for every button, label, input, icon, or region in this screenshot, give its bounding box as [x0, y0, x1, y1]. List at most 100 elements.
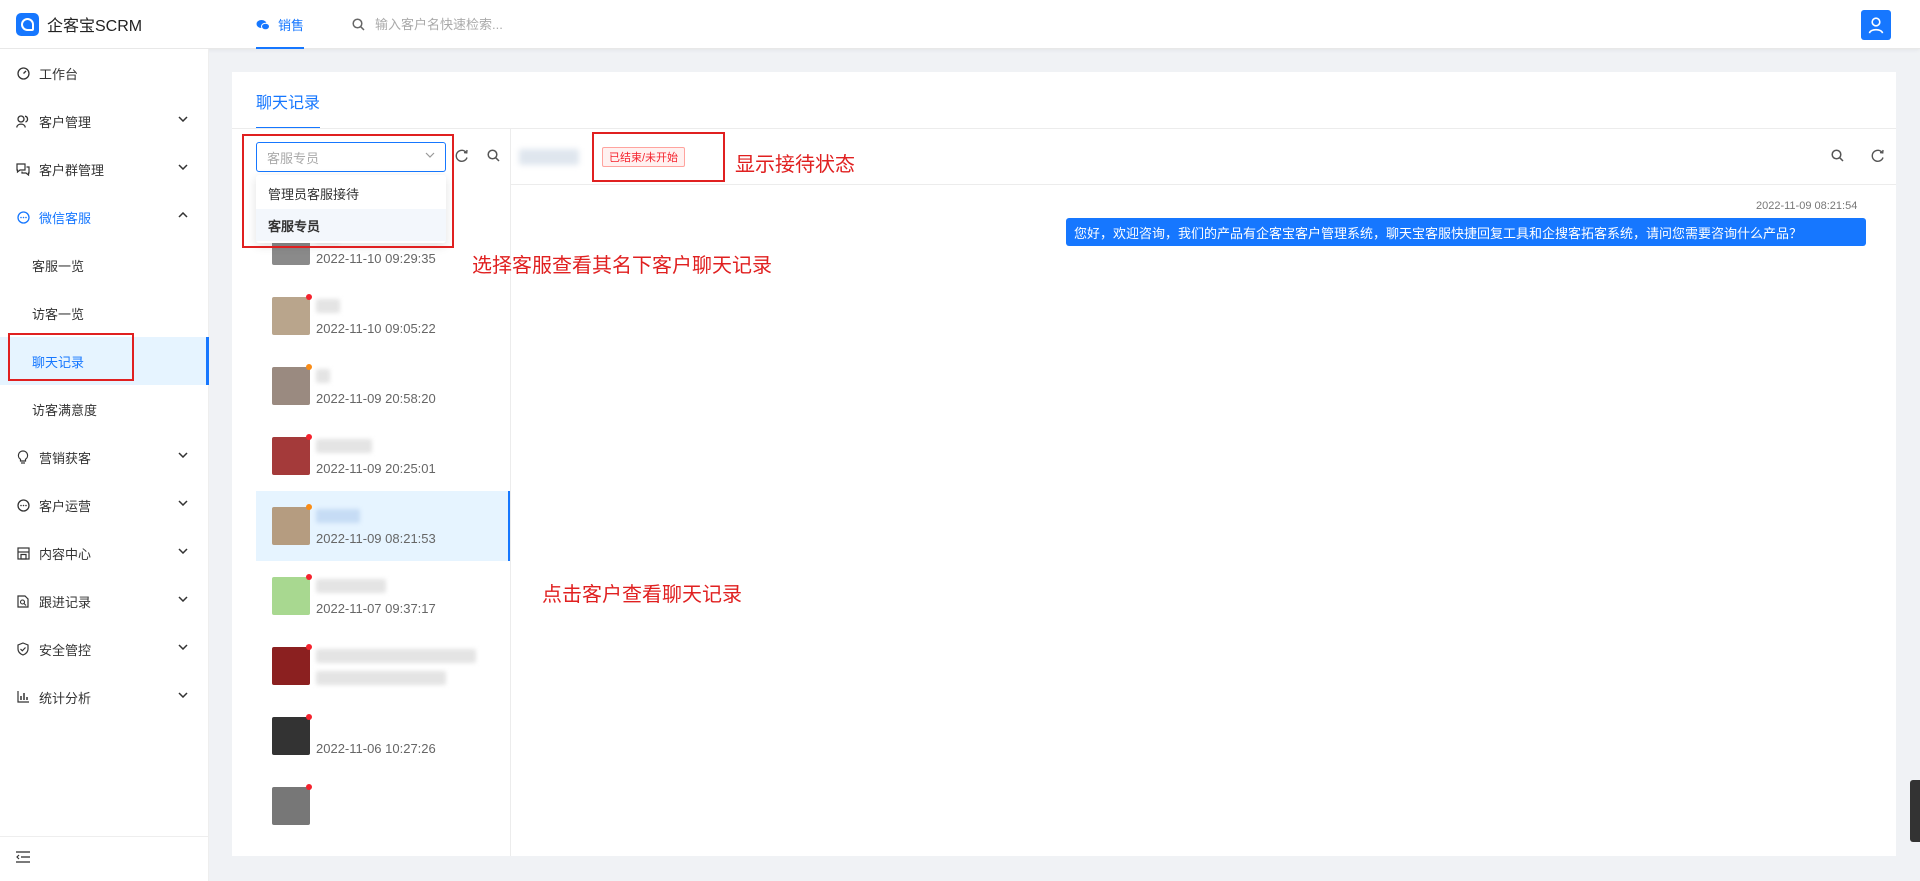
bulb-icon [16, 450, 30, 464]
sidebar-item-label: 客户运营 [39, 498, 92, 514]
avatar [272, 297, 310, 335]
sidebar-item-label: 工作台 [39, 66, 79, 82]
app-name: 企客宝SCRM [47, 18, 143, 35]
message-circle-icon [16, 210, 30, 224]
chat-contact-name-blurred [519, 149, 579, 165]
contact-item[interactable]: 2022-11-07 09:37:17 [256, 561, 510, 631]
search-icon[interactable] [1831, 149, 1844, 162]
contact-name-blurred [316, 369, 330, 383]
contact-time-blurred [316, 671, 446, 685]
sidebar-item-wechat-service[interactable]: 微信客服 [0, 193, 209, 241]
sidebar-item-follow-up[interactable]: 跟进记录 [0, 577, 209, 625]
chevron-down-icon [178, 500, 188, 506]
sidebar-item-label: 客户群管理 [39, 162, 105, 178]
avatar [272, 507, 310, 545]
message-bubble: 您好，欢迎咨询，我们的产品有企客宝客户管理系统，聊天宝客服快捷回复工具和企搜客拓… [1066, 218, 1866, 246]
message-circle-icon [16, 498, 30, 512]
contact-time: 2022-11-09 20:58:20 [316, 391, 436, 406]
status-dot [306, 714, 312, 720]
status-dot [306, 364, 312, 370]
sidebar-subitem-visitor-list[interactable]: 访客一览 [0, 289, 209, 337]
chevron-down-icon [178, 548, 188, 554]
wechat-icon [256, 19, 270, 30]
annotation-text-click-customer: 点击客户查看聊天记录 [542, 584, 742, 606]
contact-time: 2022-11-09 08:21:53 [316, 531, 436, 546]
user-avatar-button[interactable] [1861, 10, 1891, 40]
contact-item[interactable]: 2022-11-06 10:27:26 [256, 701, 510, 771]
status-dot [306, 574, 312, 580]
sidebar-item-label: 统计分析 [39, 690, 92, 706]
sidebar-collapse-button[interactable] [0, 836, 209, 881]
contact-item[interactable]: 2022-11-09 20:58:20 [256, 351, 510, 421]
user-icon [1868, 16, 1884, 34]
file-search-icon [16, 594, 30, 608]
sidebar-item-content-center[interactable]: 内容中心 [0, 529, 209, 577]
sidebar-subitem-visitor-satisfaction[interactable]: 访客满意度 [0, 385, 209, 433]
contact-time: 2022-11-10 09:29:35 [316, 251, 436, 266]
search-icon[interactable] [487, 149, 500, 162]
contact-name-blurred [316, 439, 372, 453]
message-time: 2022-11-09 08:21:54 [1756, 200, 1858, 212]
avatar [272, 367, 310, 405]
tab-chat-records-label: 聊天记录 [256, 94, 321, 112]
main-card: 聊天记录 客服专员 2022-11-10 09:29:35 2022-11-10… [232, 72, 1896, 856]
contact-item[interactable]: 2022-11-09 20:25:01 [256, 421, 510, 491]
sidebar-item-customer-ops[interactable]: 客户运营 [0, 481, 209, 529]
search-input[interactable] [375, 16, 635, 32]
sidebar-item-analytics[interactable]: 统计分析 [0, 673, 209, 721]
top-header: 企客宝SCRM 销售 [0, 0, 1920, 49]
side-widget-handle[interactable] [1910, 780, 1920, 842]
chevron-down-icon [178, 164, 188, 170]
annotation-box-select [242, 134, 454, 248]
contact-item[interactable] [256, 631, 510, 701]
contact-time: 2022-11-10 09:05:22 [316, 321, 436, 336]
sidebar-item-label: 客户管理 [39, 114, 92, 130]
sidebar-item-label: 跟进记录 [39, 594, 92, 610]
chevron-down-icon [178, 596, 188, 602]
sidebar-subitem-label: 访客一览 [32, 306, 85, 322]
customer-search[interactable] [352, 14, 635, 34]
tab-sales[interactable]: 销售 [256, 0, 305, 49]
annotation-text-select-agent: 选择客服查看其名下客户聊天记录 [472, 255, 772, 277]
contact-name-blurred [316, 579, 386, 593]
sidebar-item-customers[interactable]: 客户管理 [0, 97, 209, 145]
sidebar-item-workbench[interactable]: 工作台 [0, 49, 209, 97]
sidebar-item-marketing[interactable]: 营销获客 [0, 433, 209, 481]
sidebar-item-security[interactable]: 安全管控 [0, 625, 209, 673]
search-icon [352, 17, 365, 31]
chevron-down-icon [178, 452, 188, 458]
tab-chat-records[interactable]: 聊天记录 [256, 72, 321, 129]
avatar [272, 577, 310, 615]
contact-name-blurred [316, 509, 360, 523]
status-dot [306, 434, 312, 440]
contact-item-selected[interactable]: 2022-11-09 08:21:53 [256, 491, 510, 561]
sidebar-item-label: 内容中心 [39, 546, 92, 562]
status-dot [306, 644, 312, 650]
chevron-down-icon [178, 644, 188, 650]
contact-time: 2022-11-06 10:27:26 [316, 741, 436, 756]
sidebar-item-label: 营销获客 [39, 450, 92, 466]
refresh-icon[interactable] [455, 149, 469, 163]
store-icon [16, 546, 30, 560]
chevron-down-icon [178, 692, 188, 698]
contact-item[interactable] [256, 771, 510, 841]
contact-time: 2022-11-09 20:25:01 [316, 461, 436, 476]
sidebar-item-customer-groups[interactable]: 客户群管理 [0, 145, 209, 193]
status-dot [306, 784, 312, 790]
avatar [272, 437, 310, 475]
contact-item[interactable]: 2022-11-10 09:05:22 [256, 281, 510, 351]
status-dot [306, 294, 312, 300]
sidebar-subitem-agent-list[interactable]: 客服一览 [0, 241, 209, 289]
sidebar-subitem-label: 客服一览 [32, 258, 85, 274]
avatar [272, 787, 310, 825]
app-logo[interactable]: 企客宝SCRM [16, 12, 142, 36]
dashboard-icon [16, 66, 30, 80]
sidebar-item-label: 微信客服 [39, 210, 92, 226]
avatar [272, 647, 310, 685]
sidebar: 工作台 客户管理 客户群管理 微信客服 客服一览 访客一览 聊天记录 访客满意度… [0, 49, 209, 881]
annotation-text-status: 显示接待状态 [735, 154, 855, 176]
tab-sales-label: 销售 [278, 18, 305, 33]
logo-icon [16, 12, 39, 36]
message-text: 您好，欢迎咨询，我们的产品有企客宝客户管理系统，聊天宝客服快捷回复工具和企搜客拓… [1074, 225, 1803, 241]
refresh-icon[interactable] [1871, 149, 1885, 163]
